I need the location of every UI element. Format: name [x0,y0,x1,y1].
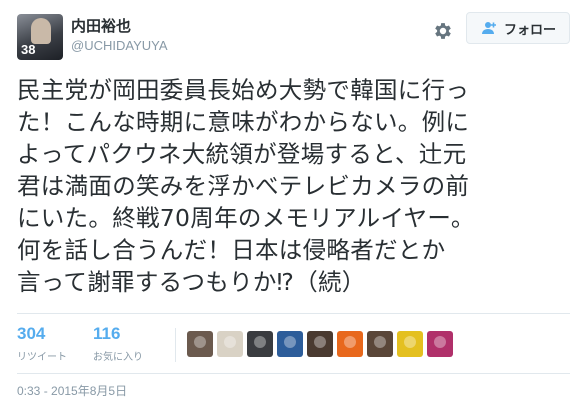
retweet-stat[interactable]: 304 リツイート [17,324,67,363]
user-avatar-3[interactable] [247,331,273,357]
favorite-label: お気に入り [93,352,143,363]
user-avatar-6-face [344,336,356,348]
user-avatar-8-face [404,336,416,348]
follow-button[interactable]: フォロー [466,12,570,44]
user-avatar-9[interactable] [427,331,453,357]
favorited-by-avatars [187,331,453,357]
tweet-text: 民主党が岡田委員長始め大勢で韓国に行っ た！こんな時期に意味がわからない。例に … [17,76,475,296]
user-avatar-7[interactable] [367,331,393,357]
user-avatar-9-face [434,336,446,348]
avatar-figure [31,18,51,44]
favorite-count: 116 [93,324,121,343]
tweet-timestamp[interactable]: 0:33 - 2015年8月5日 [17,382,127,399]
user-avatar-5[interactable] [307,331,333,357]
stats-separator [175,328,176,362]
user-avatar-6[interactable] [337,331,363,357]
gear-icon[interactable] [432,20,454,42]
user-avatar-1[interactable] [187,331,213,357]
profile-avatar[interactable]: 38 [17,14,63,60]
retweet-count: 304 [17,324,46,343]
stats-top-divider [17,313,570,314]
user-avatar-1-face [194,336,206,348]
retweet-label: リツイート [17,352,67,363]
user-avatar-4[interactable] [277,331,303,357]
avatar-number: 38 [21,42,36,57]
user-avatar-7-face [374,336,386,348]
user-avatar-2-face [224,336,236,348]
follow-button-label: フォロー [503,22,556,38]
stats-bottom-divider [17,373,570,374]
user-avatar-3-face [254,336,266,348]
follow-person-icon [480,21,498,35]
user-handle[interactable]: @UCHIDAYUYA [71,38,168,53]
display-name[interactable]: 内田裕也 [71,15,131,36]
user-avatar-5-face [314,336,326,348]
user-avatar-8[interactable] [397,331,423,357]
favorite-stat[interactable]: 116 お気に入り [93,324,143,363]
user-avatar-2[interactable] [217,331,243,357]
user-avatar-4-face [284,336,296,348]
